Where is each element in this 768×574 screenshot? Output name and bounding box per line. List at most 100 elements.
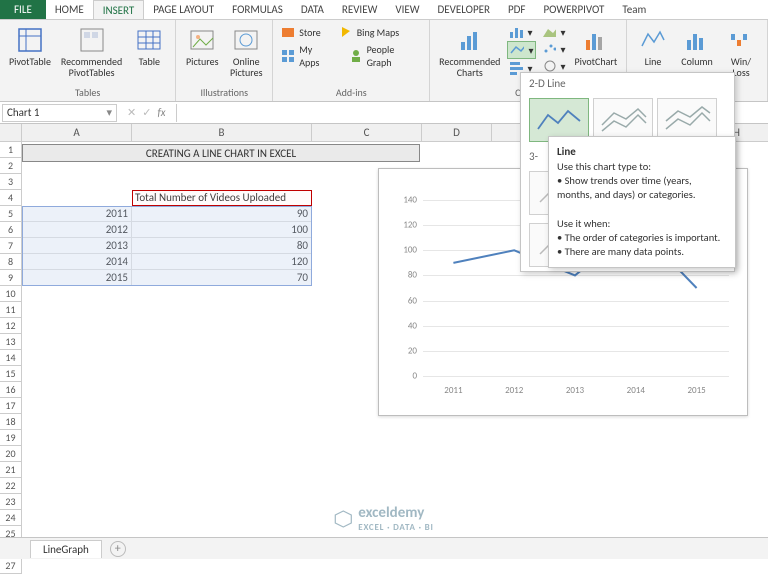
row-4[interactable]: 4 <box>0 190 22 206</box>
people-icon <box>349 49 363 63</box>
btn-bingmaps[interactable]: Bing Maps <box>337 24 401 40</box>
cell-B5[interactable]: 90 <box>132 206 312 222</box>
scatter-chart-icon <box>542 42 556 56</box>
btn-pivotchart[interactable]: PivotChart <box>572 24 621 69</box>
btn-chart-line[interactable]: ▾ <box>507 41 536 59</box>
cell-B9[interactable]: 70 <box>132 270 312 286</box>
new-sheet-button[interactable]: + <box>110 541 126 557</box>
row-13[interactable]: 13 <box>0 334 22 350</box>
btn-chart-column[interactable]: ▾ <box>507 24 536 40</box>
col-B[interactable]: B <box>132 124 312 142</box>
fx-icon[interactable]: fx <box>157 106 165 119</box>
row-5[interactable]: 5 <box>0 206 22 222</box>
row-15[interactable]: 15 <box>0 366 22 382</box>
pictures-icon <box>188 26 216 54</box>
btn-rec-charts[interactable]: Recommended Charts <box>436 24 503 80</box>
store-icon <box>281 25 295 39</box>
row-14[interactable]: 14 <box>0 350 22 366</box>
tab-file[interactable]: FILE <box>0 0 46 19</box>
row-27[interactable]: 27 <box>0 558 22 574</box>
cell-B8[interactable]: 120 <box>132 254 312 270</box>
row-18[interactable]: 18 <box>0 414 22 430</box>
btn-chart-scatter[interactable]: ▾ <box>540 41 567 57</box>
other-chart-icon <box>542 59 556 73</box>
row-1[interactable]: 1 <box>0 142 22 158</box>
sparkline-col-icon <box>683 26 711 54</box>
tab-developer[interactable]: DEVELOPER <box>429 0 499 19</box>
cell-A9[interactable]: 2015 <box>22 270 132 286</box>
row-22[interactable]: 22 <box>0 478 22 494</box>
btn-spark-column[interactable]: Column <box>677 24 717 69</box>
cell-title[interactable]: CREATING A LINE CHART IN EXCEL <box>22 144 420 162</box>
tab-review[interactable]: REVIEW <box>333 0 387 19</box>
area-chart-icon <box>542 25 556 39</box>
col-D[interactable]: D <box>422 124 492 142</box>
tab-powerpivot[interactable]: POWERPIVOT <box>535 0 614 19</box>
row-10[interactable]: 10 <box>0 286 22 302</box>
btn-myapps[interactable]: My Apps <box>279 42 336 70</box>
row-7[interactable]: 7 <box>0 238 22 254</box>
tab-data[interactable]: DATA <box>292 0 333 19</box>
btn-spark-line[interactable]: Line <box>633 24 673 69</box>
watermark: exceldemy EXCEL · DATA · BI <box>334 504 433 533</box>
tooltip-title: Line <box>557 145 576 158</box>
cancel-icon[interactable]: ✕ <box>127 106 136 119</box>
sheet-tab-linegraph[interactable]: LineGraph <box>30 540 102 558</box>
col-C[interactable]: C <box>312 124 422 142</box>
tab-view[interactable]: VIEW <box>386 0 428 19</box>
tab-team[interactable]: Team <box>613 0 655 19</box>
pivotchart-icon <box>582 26 610 54</box>
chevron-down-icon: ▾ <box>106 106 112 119</box>
name-box[interactable]: Chart 1▾ <box>2 104 117 122</box>
rec-charts-icon <box>456 26 484 54</box>
ribbon-tabs: FILE HOME INSERT PAGE LAYOUT FORMULAS DA… <box>0 0 768 20</box>
btn-chart-area[interactable]: ▾ <box>540 24 567 40</box>
btn-online-pictures[interactable]: Online Pictures <box>226 24 266 80</box>
tab-formulas[interactable]: FORMULAS <box>223 0 292 19</box>
enter-icon[interactable]: ✓ <box>142 106 151 119</box>
row-19[interactable]: 19 <box>0 430 22 446</box>
row-9[interactable]: 9 <box>0 270 22 286</box>
btn-table[interactable]: Table <box>129 24 169 69</box>
cell-A5[interactable]: 2011 <box>22 206 132 222</box>
fx-buttons: ✕ ✓ fx <box>119 106 174 119</box>
group-tables: PivotTable Recommended PivotTables Table… <box>0 20 176 101</box>
watermark-icon <box>334 510 352 528</box>
cell-B6[interactable]: 100 <box>132 222 312 238</box>
row-20[interactable]: 20 <box>0 446 22 462</box>
tab-pdf[interactable]: PDF <box>499 0 535 19</box>
row-2[interactable]: 2 <box>0 158 22 174</box>
sheet-tab-bar: LineGraph + <box>0 537 768 559</box>
bing-icon <box>339 25 353 39</box>
btn-pivottable[interactable]: PivotTable <box>6 24 54 69</box>
select-all-corner[interactable] <box>0 124 22 142</box>
cell-B4[interactable]: Total Number of Videos Uploaded <box>132 190 312 206</box>
group-illustrations: Pictures Online Pictures Illustrations <box>176 20 273 101</box>
row-16[interactable]: 16 <box>0 382 22 398</box>
chart-type-tooltip: Line Use this chart type to: • Show tren… <box>548 136 736 268</box>
row-21[interactable]: 21 <box>0 462 22 478</box>
group-label-illus: Illustrations <box>201 85 249 99</box>
btn-rec-pivottables[interactable]: Recommended PivotTables <box>58 24 125 80</box>
row-24[interactable]: 24 <box>0 510 22 526</box>
btn-store[interactable]: Store <box>279 24 322 40</box>
row-3[interactable]: 3 <box>0 174 22 190</box>
cell-A8[interactable]: 2014 <box>22 254 132 270</box>
row-23[interactable]: 23 <box>0 494 22 510</box>
group-label-tables: Tables <box>75 85 100 99</box>
cell-A6[interactable]: 2012 <box>22 222 132 238</box>
row-17[interactable]: 17 <box>0 398 22 414</box>
col-A[interactable]: A <box>22 124 132 142</box>
btn-peoplegraph[interactable]: People Graph <box>347 42 424 70</box>
tab-insert[interactable]: INSERT <box>93 0 145 19</box>
tab-pagelayout[interactable]: PAGE LAYOUT <box>144 0 223 19</box>
btn-pictures[interactable]: Pictures <box>182 24 222 69</box>
line-chart-icon <box>510 43 524 57</box>
tab-home[interactable]: HOME <box>46 0 93 19</box>
row-12[interactable]: 12 <box>0 318 22 334</box>
row-6[interactable]: 6 <box>0 222 22 238</box>
row-8[interactable]: 8 <box>0 254 22 270</box>
row-11[interactable]: 11 <box>0 302 22 318</box>
cell-A7[interactable]: 2013 <box>22 238 132 254</box>
cell-B7[interactable]: 80 <box>132 238 312 254</box>
